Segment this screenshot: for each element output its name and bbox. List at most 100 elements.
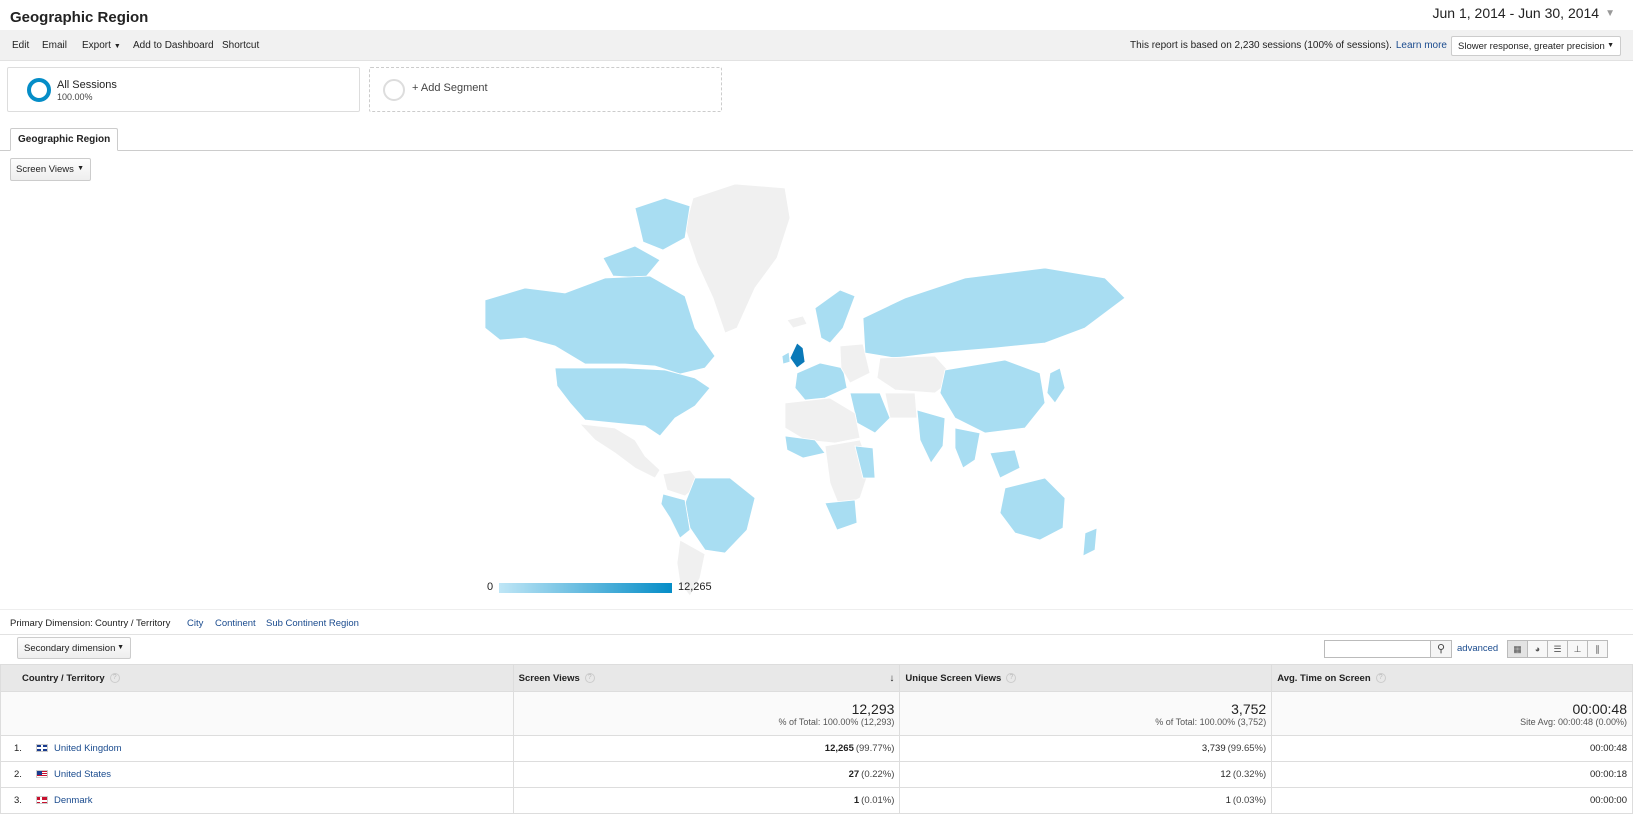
greenland-region <box>684 183 791 334</box>
edit-button[interactable]: Edit <box>12 40 29 51</box>
mexico-region <box>578 423 661 479</box>
help-icon[interactable]: ? <box>584 672 595 683</box>
email-button[interactable]: Email <box>42 40 67 51</box>
totals-row: 12,293% of Total: 100.00% (12,293) 3,752… <box>0 691 1633 736</box>
screen-views-cell: 12,265 (99.77%) <box>512 735 901 762</box>
advanced-filter-link[interactable]: advanced <box>1457 643 1498 654</box>
screen-views-pct: (99.77%) <box>855 743 895 754</box>
primary-dimension-bar: Primary Dimension: Country / Territory C… <box>0 609 1633 635</box>
country-cell: 2. United States <box>0 761 514 788</box>
row-rank: 2. <box>14 769 22 780</box>
screen-views-cell: 1 (0.01%) <box>512 787 901 814</box>
header-country-label: Country / Territory <box>22 672 105 684</box>
dimension-country-territory[interactable]: Country / Territory <box>95 618 170 629</box>
help-icon[interactable]: ? <box>1006 672 1017 683</box>
totals-screen-views-sub: % of Total: 100.00% (12,293) <box>778 716 895 727</box>
country-link[interactable]: United States <box>54 769 111 780</box>
north-africa-region <box>784 397 861 444</box>
learn-more-link[interactable]: Learn more <box>1396 40 1447 51</box>
chevron-down-icon: ▼ <box>117 644 124 651</box>
country-link[interactable]: Denmark <box>54 795 93 806</box>
unique-views-cell: 12 (0.32%) <box>899 761 1273 788</box>
help-icon[interactable]: ? <box>109 672 120 683</box>
scandinavia-region <box>814 289 856 344</box>
country-link[interactable]: United Kingdom <box>54 743 122 754</box>
screen-views-value: 12,265 <box>824 743 854 754</box>
secondary-dimension-dropdown[interactable]: Secondary dimension ▼ <box>17 637 131 659</box>
page-title: Geographic Region <box>10 9 149 26</box>
chevron-down-icon: ▼ <box>113 43 121 50</box>
row-rank: 3. <box>14 795 22 806</box>
segment-all-sessions[interactable]: All Sessions 100.00% <box>7 67 360 112</box>
screen-views-pct: (0.01%) <box>861 795 895 806</box>
legend-color-scale <box>499 583 672 593</box>
unique-views-value: 3,739 <box>1201 743 1226 754</box>
western-europe-region <box>794 362 848 401</box>
chevron-down-icon: ▼ <box>1605 7 1615 19</box>
unique-views-value: 12 <box>1220 769 1231 780</box>
canada-region <box>485 275 716 375</box>
data-table-view-icon[interactable]: ▦ <box>1507 640 1528 658</box>
uk-flag-icon <box>36 744 48 753</box>
uk-region <box>789 342 806 369</box>
avg-time-cell: 00:00:18 <box>1271 761 1633 788</box>
avg-time-cell: 00:00:00 <box>1271 787 1633 814</box>
iran-region <box>884 392 918 419</box>
chevron-down-icon: ▼ <box>1607 42 1614 49</box>
unique-views-pct: (0.03%) <box>1232 795 1267 806</box>
comparison-view-icon[interactable]: ⊥ <box>1567 640 1588 658</box>
secondary-dimension-label: Secondary dimension <box>24 643 116 654</box>
world-map[interactable] <box>485 178 1165 598</box>
totals-avg-time: 00:00:48 Site Avg: 00:00:48 (0.00%) <box>1271 691 1633 736</box>
australia-region <box>999 477 1066 541</box>
empty-segment-icon <box>383 79 405 101</box>
add-segment-button[interactable]: + Add Segment <box>369 67 722 112</box>
header-unique-screen-views[interactable]: Unique Screen Views? <box>899 664 1273 692</box>
date-range-picker[interactable]: Jun 1, 2014 - Jun 30, 2014 ▼ <box>1433 5 1615 21</box>
export-label: Export <box>82 40 111 51</box>
legend-min: 0 <box>487 581 494 593</box>
tab-geographic-region[interactable]: Geographic Region <box>10 128 119 151</box>
sort-descending-icon: ↓ <box>889 673 895 684</box>
unique-views-cell: 3,739 (99.65%) <box>899 735 1273 762</box>
header-avg-time-label: Avg. Time on Screen <box>1277 672 1371 684</box>
dimension-city[interactable]: City <box>187 618 203 629</box>
shortcut-button[interactable]: Shortcut <box>222 40 259 51</box>
add-to-dashboard-button[interactable]: Add to Dashboard <box>133 40 214 51</box>
totals-empty-cell <box>0 691 514 736</box>
dimension-continent[interactable]: Continent <box>215 618 256 629</box>
totals-avg-time-sub: Site Avg: 00:00:48 (0.00%) <box>1520 716 1627 727</box>
screen-views-value: 27 <box>848 769 860 780</box>
header-country-territory[interactable]: Country / Territory? <box>0 664 514 692</box>
unique-views-pct: (0.32%) <box>1232 769 1267 780</box>
date-range-label: Jun 1, 2014 - Jun 30, 2014 <box>1432 5 1600 21</box>
new-zealand-region <box>1082 527 1098 557</box>
table-search-input[interactable] <box>1324 640 1440 658</box>
term-cloud-view-icon[interactable]: ∥ <box>1587 640 1608 658</box>
russia-region <box>862 267 1126 359</box>
south-africa-region <box>824 499 858 531</box>
sampling-note: This report is based on 2,230 sessions (… <box>1130 40 1447 51</box>
country-cell: 3. Denmark <box>0 787 514 814</box>
precision-dropdown[interactable]: Slower response, greater precision ▼ <box>1451 36 1621 56</box>
help-icon[interactable]: ? <box>1375 672 1386 683</box>
totals-screen-views: 12,293% of Total: 100.00% (12,293) <box>512 691 901 736</box>
header-screen-views[interactable]: Screen Views? ↓ <box>512 664 901 692</box>
southeast-asia-region <box>954 427 1021 479</box>
unique-views-pct: (99.65%) <box>1227 743 1267 754</box>
unique-views-value: 1 <box>1225 795 1231 806</box>
pie-chart-view-icon[interactable]: ◕ <box>1527 640 1548 658</box>
dimension-sub-continent-region[interactable]: Sub Continent Region <box>266 618 359 629</box>
header-avg-time-on-screen[interactable]: Avg. Time on Screen? <box>1271 664 1633 692</box>
search-icon[interactable]: ⚲ <box>1430 640 1452 658</box>
metric-selector[interactable]: Screen Views ▼ <box>10 158 91 181</box>
tab-strip: Geographic Region <box>0 128 1633 151</box>
legend-max: 12,265 <box>678 581 712 593</box>
totals-unique-views: 3,752% of Total: 100.00% (3,752) <box>899 691 1273 736</box>
performance-view-icon[interactable]: ☰ <box>1547 640 1568 658</box>
export-button[interactable]: Export ▼ <box>82 40 121 51</box>
avg-time-cell: 00:00:48 <box>1271 735 1633 762</box>
report-toolbar: Edit Email Export ▼ Add to Dashboard Shor… <box>0 30 1633 61</box>
japan-region <box>1046 367 1066 404</box>
canada-arctic-region <box>602 197 691 279</box>
